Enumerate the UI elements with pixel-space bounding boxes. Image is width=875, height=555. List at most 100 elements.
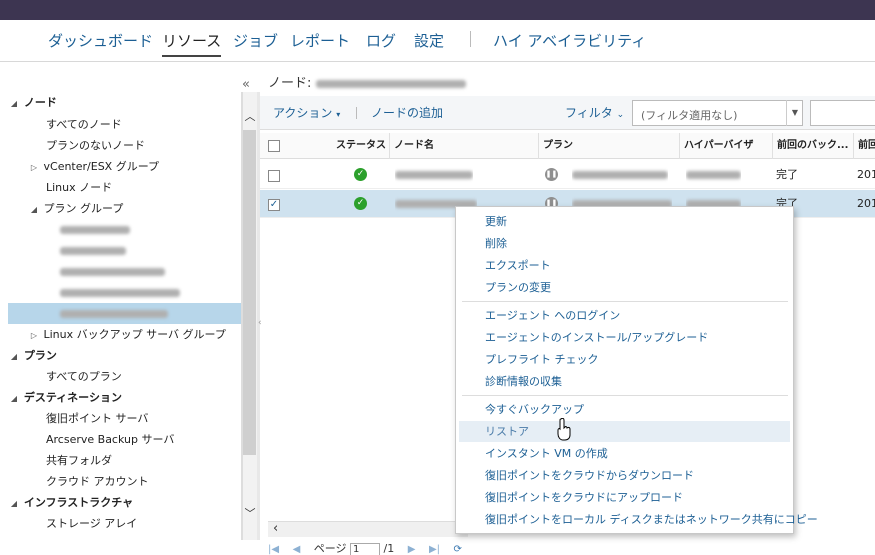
main-nav: ダッシュボード リソース ジョブ レポート ログ 設定 ハイ アベイラビリティ: [0, 20, 875, 62]
nav-logs[interactable]: ログ: [366, 30, 396, 51]
col-status[interactable]: ステータス: [332, 133, 388, 159]
menu-item-create-instant-vm[interactable]: インスタント VM の作成: [459, 443, 790, 464]
row-checkbox-checked[interactable]: ✓: [268, 199, 280, 211]
expanded-arrow-icon[interactable]: ◢: [8, 93, 20, 114]
tree-all-plans[interactable]: すべてのプラン: [8, 366, 241, 387]
hand-cursor-icon: [557, 418, 571, 441]
last-backup-time: 201: [857, 168, 875, 181]
redacted-text: [686, 171, 741, 179]
tree-scrollbar-thumb[interactable]: [243, 130, 256, 455]
col-hypervisor[interactable]: ハイパーバイザ: [679, 133, 771, 159]
nav-reports[interactable]: レポート: [290, 30, 350, 51]
tree-label: Linux バックアップ サーバ グループ: [43, 328, 226, 341]
last-page-icon[interactable]: ▶|: [429, 544, 440, 555]
menu-item-preflight-check[interactable]: プレフライト チェック: [459, 349, 790, 370]
plan-name-redacted: [60, 247, 126, 255]
nav-jobs[interactable]: ジョブ: [233, 30, 278, 51]
breadcrumb-plan-name-redacted: [315, 79, 466, 88]
menu-item-restore[interactable]: リストア: [459, 421, 790, 442]
collapsed-arrow-icon[interactable]: ▷: [28, 325, 40, 346]
redacted-text: [395, 171, 473, 179]
action-menu-button[interactable]: アクション ▾: [273, 104, 340, 121]
menu-item-refresh[interactable]: 更新: [459, 211, 790, 232]
scroll-up-icon[interactable]: ︿: [243, 108, 257, 124]
expanded-arrow-icon[interactable]: ◢: [8, 346, 20, 367]
tree-plan-group[interactable]: ◢ プラン グループ: [8, 198, 241, 220]
filter-button[interactable]: フィルタ ⌄: [565, 104, 624, 121]
col-last-backup[interactable]: 前回のバック...: [772, 133, 852, 159]
prev-page-icon[interactable]: ◀: [293, 544, 301, 555]
collapse-left-pane-icon[interactable]: «: [242, 77, 250, 92]
tree-destinations-header[interactable]: ◢ デスティネーション: [8, 387, 241, 409]
pane-splitter[interactable]: [257, 92, 260, 540]
tree-plan-item-selected[interactable]: [8, 303, 241, 324]
grid-horizontal-scrollbar[interactable]: [268, 521, 468, 537]
tree-plan-item[interactable]: [8, 219, 241, 240]
tree-all-nodes[interactable]: すべてのノード: [8, 114, 241, 135]
first-page-icon[interactable]: |◀: [268, 544, 279, 555]
page-number-input[interactable]: 1: [350, 542, 381, 555]
status-ok-icon: ✓: [354, 197, 367, 210]
expanded-arrow-icon[interactable]: ◢: [28, 199, 40, 220]
expanded-arrow-icon[interactable]: ◢: [8, 493, 20, 514]
tree-arcserve-backup-server[interactable]: Arcserve Backup サーバ: [8, 429, 241, 450]
tree-plans-header[interactable]: ◢ プラン: [8, 345, 241, 367]
nav-settings[interactable]: 設定: [414, 30, 444, 51]
menu-separator: [462, 395, 788, 396]
scroll-left-icon[interactable]: ‹: [273, 521, 278, 536]
menu-item-export[interactable]: エクスポート: [459, 255, 790, 276]
refresh-icon[interactable]: ⟳: [454, 544, 462, 555]
action-label: アクション: [273, 106, 333, 120]
tree-cloud-account[interactable]: クラウド アカウント: [8, 471, 241, 492]
tree-shared-folder[interactable]: 共有フォルダ: [8, 450, 241, 471]
table-row[interactable]: ✓ ❚❚ 完了 201: [260, 161, 875, 189]
tree-recovery-point-server[interactable]: 復旧ポイント サーバ: [8, 408, 241, 429]
double-chevron-down-icon: ⌄: [616, 110, 625, 120]
menu-item-agent-login[interactable]: エージェント へのログイン: [459, 305, 790, 326]
filter-select[interactable]: (フィルタ適用なし): [632, 100, 803, 126]
menu-item-delete[interactable]: 削除: [459, 233, 790, 254]
tree-linux-nodes[interactable]: Linux ノード: [8, 177, 241, 198]
tree-linux-backup-group[interactable]: ▷ Linux バックアップ サーバ グループ: [8, 324, 241, 346]
plan-paused-icon: ❚❚: [545, 168, 558, 181]
nav-dashboard[interactable]: ダッシュボード: [48, 30, 153, 51]
menu-item-change-plan[interactable]: プランの変更: [459, 277, 790, 298]
expanded-arrow-icon[interactable]: ◢: [8, 388, 20, 409]
page-total: /1: [383, 542, 395, 555]
nav-separator: [470, 31, 471, 47]
next-page-icon[interactable]: ▶: [408, 544, 416, 555]
menu-item-copy-recovery-point[interactable]: 復旧ポイントをローカル ディスクまたはネットワーク共有にコピー: [459, 509, 818, 530]
node-name-redacted[interactable]: [395, 161, 473, 189]
menu-item-download-from-cloud[interactable]: 復旧ポイントをクラウドからダウンロード: [459, 465, 790, 486]
menu-item-collect-diagnostics[interactable]: 診断情報の収集: [459, 371, 790, 392]
tree-nodes-header[interactable]: ◢ ノード: [8, 92, 241, 114]
tree-label: デスティネーション: [23, 391, 122, 404]
chevron-down-icon: ▾: [336, 110, 341, 119]
col-node-name[interactable]: ノード名: [389, 133, 537, 159]
nav-resources[interactable]: リソース: [162, 30, 222, 57]
row-checkbox[interactable]: [268, 170, 280, 182]
tree-label: インフラストラクチャ: [23, 496, 134, 509]
hypervisor-redacted: [686, 161, 741, 189]
add-node-button[interactable]: ノードの追加: [371, 104, 443, 121]
search-input[interactable]: [810, 100, 875, 126]
plan-name-redacted: [572, 161, 668, 189]
tree-vcenter-group[interactable]: ▷ vCenter/ESX グループ: [8, 156, 241, 178]
tree-plan-item[interactable]: [8, 261, 241, 282]
menu-item-upload-to-cloud[interactable]: 復旧ポイントをクラウドにアップロード: [459, 487, 790, 508]
nav-high-availability[interactable]: ハイ アベイラビリティ: [493, 30, 646, 51]
filter-dropdown-arrow-icon[interactable]: ▼: [786, 100, 803, 126]
tree-plan-item[interactable]: [8, 240, 241, 261]
tree-infrastructure-header[interactable]: ◢ インフラストラクチャ: [8, 492, 241, 514]
menu-item-agent-install-upgrade[interactable]: エージェントのインストール/アップグレード: [459, 327, 790, 348]
collapsed-arrow-icon[interactable]: ▷: [28, 157, 40, 178]
col-last-time[interactable]: 前回: [853, 133, 875, 159]
menu-item-backup-now[interactable]: 今すぐバックアップ: [459, 399, 790, 420]
tree-storage-array[interactable]: ストレージ アレイ: [8, 513, 241, 534]
col-plan[interactable]: プラン: [538, 133, 678, 159]
tree-plan-item[interactable]: [8, 282, 241, 303]
splitter-grip-icon[interactable]: ‹: [258, 318, 262, 328]
scroll-down-icon[interactable]: ﹀: [243, 505, 257, 521]
select-all-checkbox[interactable]: [268, 140, 280, 152]
tree-no-plan-nodes[interactable]: プランのないノード: [8, 135, 241, 156]
